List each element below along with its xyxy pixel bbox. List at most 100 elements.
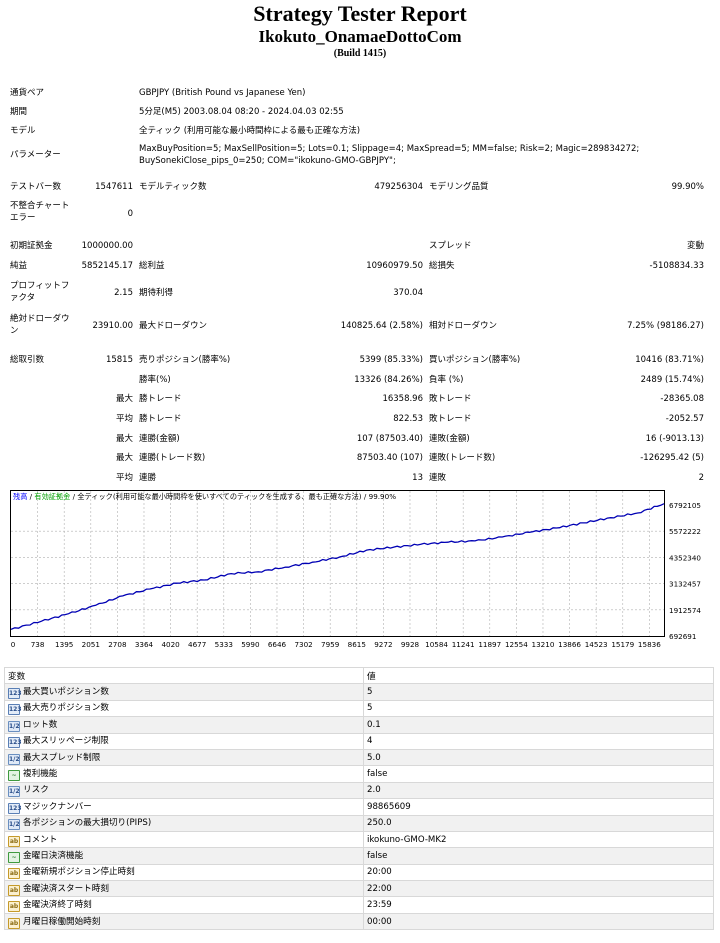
header-value[interactable]: 値 <box>363 666 714 685</box>
legend-separator-3: / <box>362 492 369 501</box>
maxloss-label: 敗トレード <box>429 394 472 404</box>
avgcons-win-label: 連勝 <box>139 473 157 483</box>
bool-type-icon: ~ <box>8 770 20 782</box>
parameter-value[interactable]: 2.0 <box>363 781 714 800</box>
parameter-name-cell[interactable]: 1/2 ロット数 <box>4 716 364 734</box>
max-label-3: 最大 <box>115 453 133 463</box>
parameters-table: 変数 値 123最大買いポジション数 5 123最大売りポジション数 5 1/2 ロット数… <box>4 666 714 931</box>
parameter-row[interactable]: ab 金曜決済終了時刻 23:59 <box>4 896 714 914</box>
lossrate-label: 負率 (%) <box>429 375 464 385</box>
parameter-value[interactable]: 00:00 <box>363 912 714 931</box>
consloss2-value: -126295.42 (5) <box>640 453 704 463</box>
parameter-name-cell[interactable]: 1/2 各ポジションの最大損切り(PIPS) <box>4 814 364 832</box>
x-tick-label: 15836 <box>638 640 661 649</box>
parameter-value[interactable]: 0.1 <box>363 716 714 734</box>
long-label: 買いポジション(勝率%) <box>429 355 521 365</box>
str-type-icon: ab <box>8 917 20 929</box>
y-tick-label: 4352340 <box>669 553 701 562</box>
parameter-value[interactable]: 250.0 <box>363 814 714 832</box>
parameter-name-cell[interactable]: ab 月曜日稼働開始時刻 <box>4 912 364 931</box>
parameter-name-cell[interactable]: 123最大スリッページ制限 <box>4 732 364 750</box>
y-tick-label: 5572222 <box>669 527 701 536</box>
parameter-name-cell[interactable]: 1/2 リスク <box>4 781 364 800</box>
parameter-row[interactable]: 123最大売りポジション数 5 <box>4 699 714 718</box>
str-type-icon: ab <box>8 884 20 896</box>
quality-value: 99.90% <box>671 182 704 192</box>
parameter-name-cell[interactable]: 123最大買いポジション数 <box>4 683 364 701</box>
parameter-row[interactable]: ~ 金曜日決済機能 false <box>4 847 714 865</box>
build-label: (Build 1415) <box>333 48 387 59</box>
model-value: 全ティック (利用可能な最小時間枠による最も正確な方法) <box>139 126 361 136</box>
parameter-name-cell[interactable]: ~ 金曜日決済機能 <box>4 847 364 865</box>
parameters-header-row: 変数 値 <box>4 666 714 685</box>
parameter-row[interactable]: 123最大買いポジション数 5 <box>4 683 714 701</box>
parameter-name-cell[interactable]: 1/2 最大スプレッド制限 <box>4 748 364 767</box>
parameter-value[interactable]: false <box>363 847 714 865</box>
parameter-value[interactable]: 5 <box>363 683 714 701</box>
grossprofit-label: 総利益 <box>139 261 165 271</box>
max-label-1: 最大 <box>115 394 133 404</box>
chart-legend: 残高 / 有効証拠金 / 全ティック(利用可能な最小時間枠を使いすべてのティック… <box>13 492 396 501</box>
parameter-name-cell[interactable]: ab 金曜決済スタート時刻 <box>4 880 364 898</box>
parameter-name-cell[interactable]: ~ 複利機能 <box>4 765 364 783</box>
parameter-row[interactable]: 123最大スリッページ制限 4 <box>4 732 714 750</box>
x-tick-label: 738 <box>31 640 45 649</box>
flt-type-icon: 1/2 <box>8 753 20 765</box>
parameter-value[interactable]: 4 <box>363 732 714 750</box>
params-line-2: BuySonekiClose_pips_0=250; COM="ikokuno-… <box>139 156 396 166</box>
avgcons-loss-value: 2 <box>698 473 704 483</box>
parameter-row[interactable]: ab コメント ikokuno-GMO-MK2 <box>4 830 714 849</box>
maxdd-label: 最大ドローダウン <box>139 321 208 331</box>
parameter-name-cell[interactable]: 123マジックナンバー <box>4 798 364 816</box>
parameter-value[interactable]: 20:00 <box>363 863 714 882</box>
parameter-row[interactable]: ~ 複利機能 false <box>4 765 714 783</box>
x-tick-label: 9928 <box>401 640 420 649</box>
parameter-name: 金曜日決済機能 <box>23 850 84 861</box>
parameter-row[interactable]: 1/2 リスク 2.0 <box>4 781 714 800</box>
parameter-name-cell[interactable]: ab コメント <box>4 830 364 849</box>
y-tick-label: 3132457 <box>669 580 701 589</box>
conswin-label: 連勝(金額) <box>139 434 180 444</box>
grossloss-value: -5108834.33 <box>649 261 704 271</box>
flt-type-icon: 1/2 <box>8 819 20 831</box>
spread-label: スプレッド <box>429 241 472 251</box>
parameter-value[interactable]: false <box>363 765 714 783</box>
parameter-row[interactable]: ab 金曜決済スタート時刻 22:00 <box>4 880 714 898</box>
x-tick-label: 0 <box>11 640 16 649</box>
parameter-value[interactable]: 5 <box>363 699 714 718</box>
parameter-value[interactable]: 22:00 <box>363 880 714 898</box>
parameter-row[interactable]: 1/2 最大スプレッド制限 5.0 <box>4 748 714 767</box>
parameter-name-cell[interactable]: ab 金曜新規ポジション停止時刻 <box>4 863 364 882</box>
chart-plot-area <box>10 490 665 637</box>
short-value: 5399 (85.33%) <box>359 355 423 365</box>
x-tick-label: 7302 <box>294 640 312 649</box>
x-tick-label: 8615 <box>348 640 366 649</box>
parameter-value[interactable]: 23:59 <box>363 896 714 914</box>
consprofit-label: 連勝(トレード数) <box>139 453 206 463</box>
maxwin-value: 16358.96 <box>382 394 423 404</box>
x-tick-label: 14523 <box>585 640 608 649</box>
spread-value: 変動 <box>686 241 704 251</box>
parameter-name-cell[interactable]: ab 金曜決済終了時刻 <box>4 896 364 914</box>
parameter-row[interactable]: 1/2 各ポジションの最大損切り(PIPS) 250.0 <box>4 814 714 832</box>
parameter-name: 最大スリッページ制限 <box>23 736 109 747</box>
parameter-name-cell[interactable]: 123最大売りポジション数 <box>4 699 364 718</box>
absdd-label-2: ン <box>10 326 19 336</box>
avg-label-2: 平均 <box>115 473 133 483</box>
parameter-name: 金曜決済スタート時刻 <box>23 883 109 894</box>
parameter-name: コメント <box>23 834 58 845</box>
chart-y-ticks: 6792105 5572222 4352340 3132457 1912574 69269… <box>669 501 701 641</box>
parameter-row[interactable]: 123マジックナンバー 98865609 <box>4 798 714 816</box>
parameter-row[interactable]: ab 金曜新規ポジション停止時刻 20:00 <box>4 863 714 882</box>
parameter-value[interactable]: ikokuno-GMO-MK2 <box>363 830 714 849</box>
ticks-value: 479256304 <box>374 182 423 192</box>
parameter-row[interactable]: 1/2 ロット数 0.1 <box>4 716 714 734</box>
header-variable[interactable]: 変数 <box>4 666 364 685</box>
parameter-row[interactable]: ab 月曜日稼働開始時刻 00:00 <box>4 912 714 931</box>
absdd-label-1: 絶対ドローダウ <box>10 314 70 324</box>
parameter-value[interactable]: 5.0 <box>363 748 714 767</box>
period-label: 期間 <box>10 107 28 117</box>
params-line-1: MaxBuyPosition=5; MaxSellPosition=5; Lot… <box>139 144 640 154</box>
parameter-name: リスク <box>23 785 49 796</box>
parameter-value[interactable]: 98865609 <box>363 798 714 816</box>
